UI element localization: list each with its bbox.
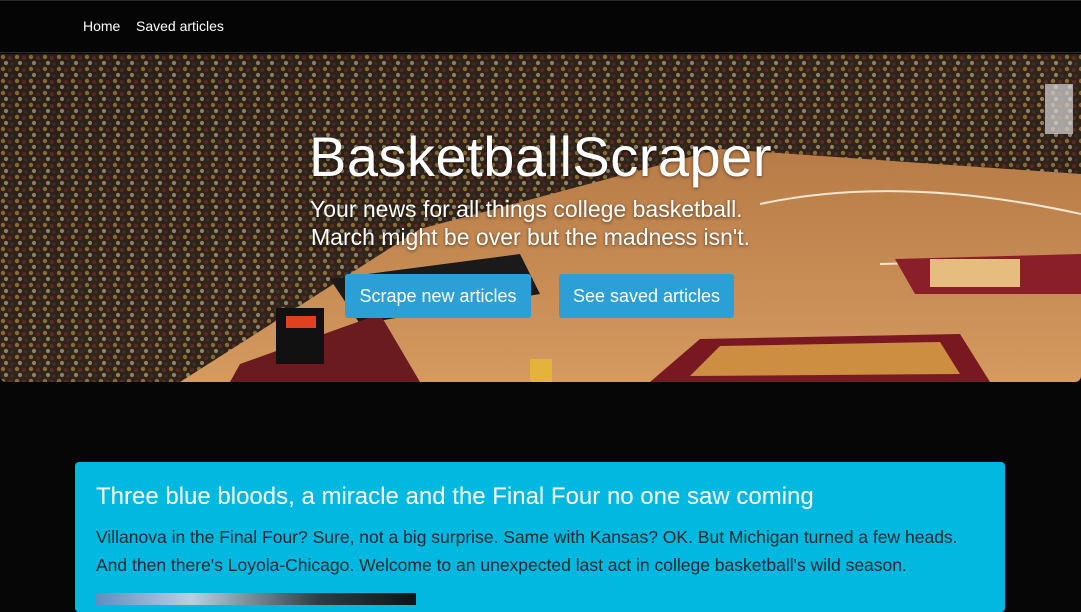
hero-tagline-line2: March might be over but the madness isn'… [311,224,751,250]
nav-home-link[interactable]: Home [83,18,120,34]
hero-banner: BasketballScraper Your news for all thin… [0,54,1081,382]
nav-saved-articles-link[interactable]: Saved articles [136,18,224,34]
hero-tagline-line1: Your news for all things college basketb… [310,196,743,222]
see-saved-articles-button[interactable]: See saved articles [559,274,734,318]
article-card: Three blue bloods, a miracle and the Fin… [75,462,1005,612]
article-title[interactable]: Three blue bloods, a miracle and the Fin… [96,483,814,511]
scrape-new-articles-button[interactable]: Scrape new articles [345,274,531,318]
top-navbar: Home Saved articles [0,0,1081,53]
hero-title: BasketballScraper [309,125,772,188]
article-image [96,593,416,605]
article-summary: Villanova in the Final Four? Sure, not a… [96,527,958,575]
